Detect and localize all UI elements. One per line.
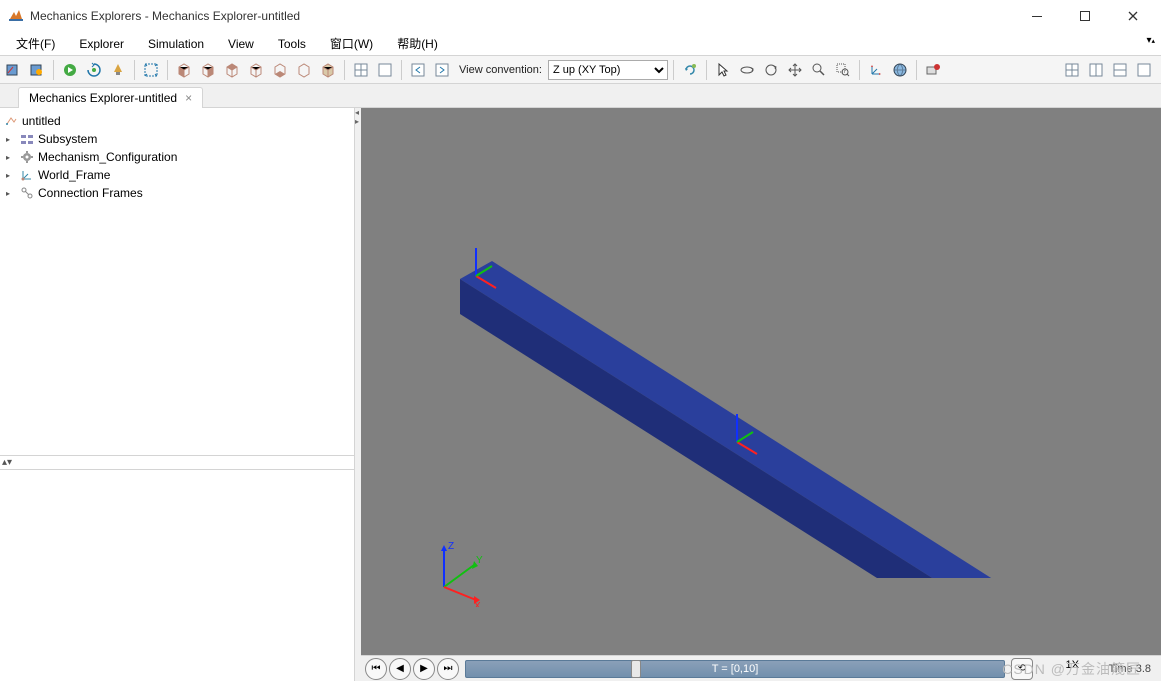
tree-item-label: World_Frame bbox=[38, 168, 110, 182]
menu-view[interactable]: View bbox=[216, 35, 266, 53]
expand-icon[interactable]: ▸ bbox=[6, 153, 16, 162]
toolbar: View convention: Z up (XY Top) bbox=[0, 56, 1161, 84]
step-forward-button[interactable]: ⏭ bbox=[437, 658, 459, 680]
window-controls bbox=[1025, 4, 1145, 28]
pan-icon[interactable] bbox=[784, 59, 806, 81]
goto-start-button[interactable]: ⏮ bbox=[365, 658, 387, 680]
tool-model-1-icon[interactable] bbox=[2, 59, 24, 81]
tabstrip: Mechanics Explorer-untitled × bbox=[0, 84, 1161, 108]
3d-viewport[interactable]: Z Y X bbox=[361, 108, 1161, 655]
connection-icon bbox=[20, 186, 34, 200]
tab-explorer[interactable]: Mechanics Explorer-untitled × bbox=[18, 87, 203, 108]
panel-collapse-icon[interactable]: ▴▾ bbox=[0, 456, 354, 470]
menu-explorer[interactable]: Explorer bbox=[67, 35, 136, 53]
gear-icon bbox=[20, 150, 34, 164]
properties-panel: ▴▾ bbox=[0, 456, 354, 681]
time-range-label: T = [0,10] bbox=[712, 663, 759, 675]
camera-next-icon[interactable] bbox=[431, 59, 453, 81]
view-bottom-icon[interactable] bbox=[245, 59, 267, 81]
zoom-region-icon[interactable] bbox=[832, 59, 854, 81]
play-icon[interactable] bbox=[59, 59, 81, 81]
tile-4-icon[interactable] bbox=[1133, 59, 1155, 81]
tree-root[interactable]: untitled bbox=[0, 112, 354, 130]
refresh-view-icon[interactable] bbox=[679, 59, 701, 81]
left-column: untitled ▸ Subsystem ▸ Mechanism_Configu… bbox=[0, 108, 355, 681]
view-convention-select[interactable]: Z up (XY Top) bbox=[548, 60, 668, 80]
layout-2-icon[interactable] bbox=[374, 59, 396, 81]
tree-item-connframes[interactable]: ▸ Connection Frames bbox=[0, 184, 354, 202]
world-frame-icon bbox=[20, 168, 34, 182]
maximize-button[interactable] bbox=[1073, 4, 1097, 28]
playback-bar: ⏮ ◀ ▶ ⏭ T = [0,10] ⟲ 1X Time 3.8 bbox=[361, 655, 1161, 681]
expand-icon[interactable]: ▸ bbox=[6, 135, 16, 144]
play-pause-button[interactable]: ▶ bbox=[413, 658, 435, 680]
tile-1-icon[interactable] bbox=[1061, 59, 1083, 81]
menu-tools[interactable]: Tools bbox=[266, 35, 318, 53]
view-back-icon[interactable] bbox=[197, 59, 219, 81]
time-slider[interactable]: T = [0,10] bbox=[465, 660, 1005, 678]
expand-icon[interactable]: ▸ bbox=[6, 171, 16, 180]
playback-time: Time 3.8 bbox=[1085, 663, 1157, 675]
menu-file[interactable]: 文件(F) bbox=[4, 33, 67, 54]
loop-button[interactable]: ⟲ bbox=[1011, 658, 1033, 680]
camera-prev-icon[interactable] bbox=[407, 59, 429, 81]
menu-window[interactable]: 窗口(W) bbox=[318, 33, 385, 54]
tree-item-label: Mechanism_Configuration bbox=[38, 150, 177, 164]
view-front-icon[interactable] bbox=[173, 59, 195, 81]
tree-item-worldframe[interactable]: ▸ World_Frame bbox=[0, 166, 354, 184]
tree-item-label: Subsystem bbox=[38, 132, 97, 146]
tree-item-mechconfig[interactable]: ▸ Mechanism_Configuration bbox=[0, 148, 354, 166]
app-icon bbox=[8, 8, 24, 24]
viewport-container: Z Y X ⏮ ◀ ▶ ⏭ T = [0,10] ⟲ 1X bbox=[361, 108, 1161, 681]
minimize-button[interactable] bbox=[1025, 4, 1049, 28]
frame-toggle-icon[interactable] bbox=[865, 59, 887, 81]
view-iso-icon[interactable] bbox=[317, 59, 339, 81]
svg-text:X: X bbox=[474, 601, 481, 607]
tree-item-subsystem[interactable]: ▸ Subsystem bbox=[0, 130, 354, 148]
playback-speed[interactable]: 1X bbox=[1035, 659, 1083, 679]
svg-text:Y: Y bbox=[476, 555, 483, 566]
record-icon[interactable] bbox=[922, 59, 944, 81]
layout-1-icon[interactable] bbox=[350, 59, 372, 81]
update-icon[interactable] bbox=[83, 59, 105, 81]
step-back-button[interactable]: ◀ bbox=[389, 658, 411, 680]
menu-overflow-icon[interactable]: ▾▴ bbox=[1146, 35, 1155, 46]
svg-text:Z: Z bbox=[448, 541, 454, 552]
tile-2-icon[interactable] bbox=[1085, 59, 1107, 81]
tree-item-label: Connection Frames bbox=[38, 186, 143, 200]
slider-thumb[interactable] bbox=[631, 660, 641, 678]
axis-orientation-widget: Z Y X bbox=[429, 537, 499, 607]
zoom-icon[interactable] bbox=[808, 59, 830, 81]
expand-icon[interactable]: ▸ bbox=[6, 189, 16, 198]
view-convention-label: View convention: bbox=[459, 64, 542, 76]
main-area: untitled ▸ Subsystem ▸ Mechanism_Configu… bbox=[0, 108, 1161, 681]
titlebar: Mechanics Explorers - Mechanics Explorer… bbox=[0, 0, 1161, 32]
view-left-icon[interactable] bbox=[269, 59, 291, 81]
tab-label: Mechanics Explorer-untitled bbox=[29, 91, 177, 105]
tab-close-icon[interactable]: × bbox=[185, 91, 192, 105]
view-right-icon[interactable] bbox=[293, 59, 315, 81]
roll-icon[interactable] bbox=[760, 59, 782, 81]
pointer-icon[interactable] bbox=[712, 59, 734, 81]
menu-simulation[interactable]: Simulation bbox=[136, 35, 216, 53]
globe-icon[interactable] bbox=[889, 59, 911, 81]
tool-model-2-icon[interactable] bbox=[26, 59, 48, 81]
model-icon bbox=[4, 114, 18, 128]
tile-3-icon[interactable] bbox=[1109, 59, 1131, 81]
model-tree[interactable]: untitled ▸ Subsystem ▸ Mechanism_Configu… bbox=[0, 108, 354, 456]
window-title: Mechanics Explorers - Mechanics Explorer… bbox=[30, 9, 1025, 23]
rotate-icon[interactable] bbox=[736, 59, 758, 81]
close-button[interactable] bbox=[1121, 4, 1145, 28]
fit-view-icon[interactable] bbox=[140, 59, 162, 81]
solid-beam bbox=[401, 148, 1041, 578]
menubar: 文件(F) Explorer Simulation View Tools 窗口(… bbox=[0, 32, 1161, 56]
subsystem-icon bbox=[20, 132, 34, 146]
deploy-icon[interactable] bbox=[107, 59, 129, 81]
view-top-icon[interactable] bbox=[221, 59, 243, 81]
menu-help[interactable]: 帮助(H) bbox=[385, 33, 450, 54]
tree-root-label: untitled bbox=[22, 114, 61, 128]
